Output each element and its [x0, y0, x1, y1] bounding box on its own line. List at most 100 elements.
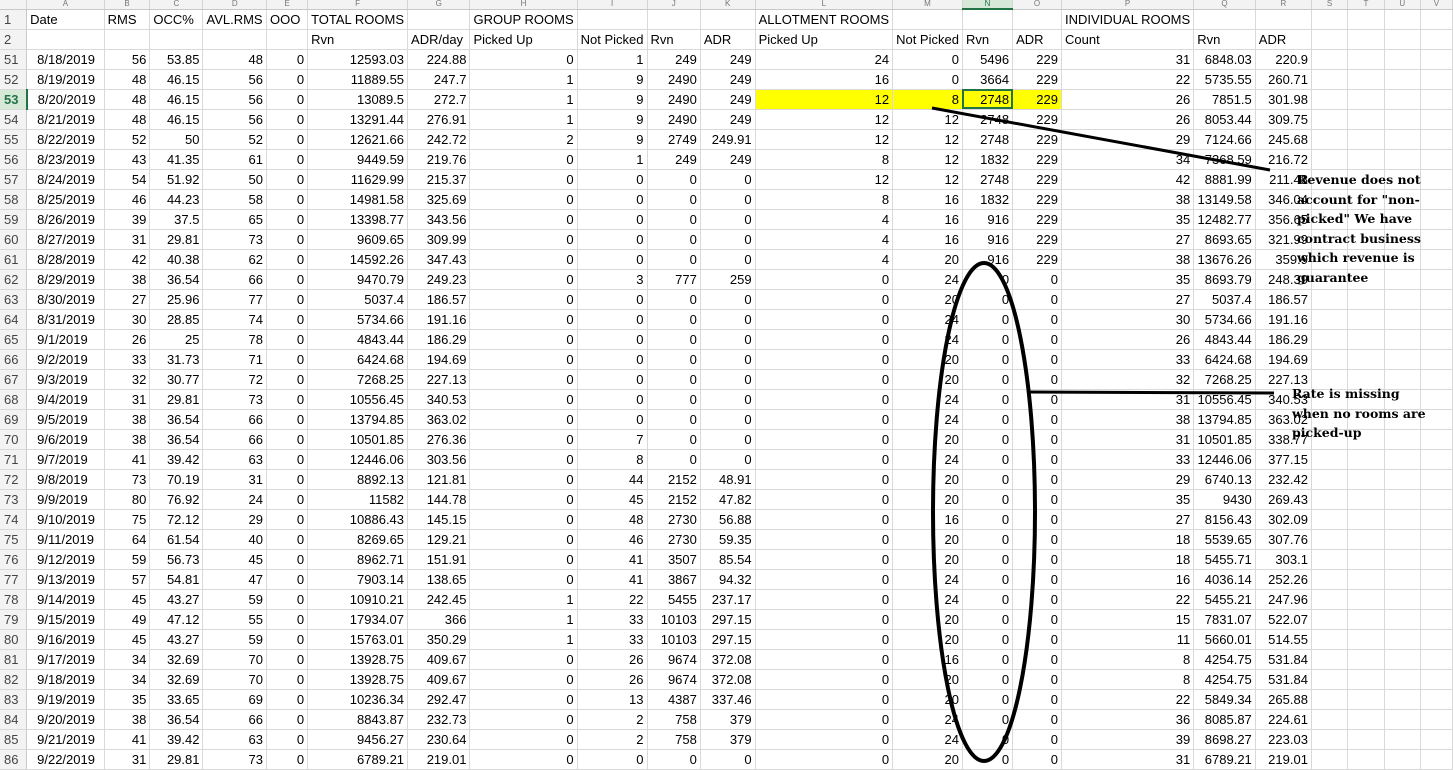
table-cell[interactable]: 9470.79: [307, 269, 409, 290]
table-cell[interactable]: 41: [577, 549, 648, 570]
column-header-r[interactable]: R: [1255, 0, 1312, 10]
table-cell[interactable]: 0: [469, 49, 578, 70]
table-cell[interactable]: 7831.07: [1193, 609, 1256, 630]
table-cell[interactable]: 272.7: [407, 89, 471, 110]
table-cell[interactable]: 0: [1012, 509, 1062, 530]
table-cell[interactable]: [1311, 549, 1349, 570]
table-cell[interactable]: 14981.58: [307, 189, 409, 210]
table-cell[interactable]: 0: [266, 489, 309, 510]
table-cell[interactable]: [1420, 89, 1453, 110]
table-cell[interactable]: 0: [1012, 609, 1062, 630]
table-cell[interactable]: 26: [1061, 109, 1195, 130]
table-cell[interactable]: 0: [266, 109, 309, 130]
table-cell[interactable]: 0: [755, 749, 894, 770]
table-cell[interactable]: 0: [469, 709, 578, 730]
table-cell[interactable]: 0: [962, 529, 1014, 550]
table-cell[interactable]: 8693.79: [1193, 269, 1256, 290]
table-cell[interactable]: 1: [469, 69, 578, 90]
table-cell[interactable]: 10910.21: [307, 589, 409, 610]
table-cell[interactable]: 7: [577, 429, 648, 450]
table-cell[interactable]: 0: [755, 369, 894, 390]
table-cell[interactable]: 144.78: [407, 489, 471, 510]
table-cell[interactable]: 9/6/2019: [26, 429, 105, 450]
table-cell[interactable]: 0: [962, 549, 1014, 570]
table-cell[interactable]: 8/26/2019: [26, 209, 105, 230]
table-cell[interactable]: 73: [202, 749, 268, 770]
table-cell[interactable]: 38: [104, 709, 151, 730]
table-cell[interactable]: 0: [469, 349, 578, 370]
column-header-f[interactable]: F: [307, 0, 409, 10]
table-cell[interactable]: 232.42: [1255, 469, 1312, 490]
table-cell[interactable]: 8892.13: [307, 469, 409, 490]
table-cell[interactable]: 2152: [647, 489, 701, 510]
table-cell[interactable]: 0: [1012, 449, 1062, 470]
table-cell[interactable]: [1420, 609, 1453, 630]
header-cell[interactable]: [149, 29, 204, 50]
table-cell[interactable]: 26: [1061, 89, 1195, 110]
table-cell[interactable]: 0: [700, 369, 756, 390]
table-cell[interactable]: 9: [577, 129, 648, 150]
table-cell[interactable]: 229: [1012, 69, 1062, 90]
row-number[interactable]: 53: [0, 89, 28, 110]
table-cell[interactable]: 0: [962, 309, 1014, 330]
header-cell[interactable]: Rvn: [647, 29, 701, 50]
column-header-a[interactable]: A: [26, 0, 105, 10]
column-header-u[interactable]: U: [1384, 0, 1421, 10]
table-cell[interactable]: 70: [202, 649, 268, 670]
table-cell[interactable]: 302.09: [1255, 509, 1312, 530]
table-cell[interactable]: 24: [892, 729, 963, 750]
table-cell[interactable]: 18: [1061, 549, 1195, 570]
table-cell[interactable]: [1384, 549, 1421, 570]
table-cell[interactable]: 12593.03: [307, 49, 409, 70]
table-cell[interactable]: 6848.03: [1193, 49, 1256, 70]
table-cell[interactable]: 66: [202, 709, 268, 730]
table-cell[interactable]: 10501.85: [307, 429, 409, 450]
table-cell[interactable]: 0: [700, 229, 756, 250]
column-header-c[interactable]: C: [149, 0, 204, 10]
table-cell[interactable]: 0: [962, 289, 1014, 310]
table-cell[interactable]: 0: [647, 409, 701, 430]
table-cell[interactable]: 46.15: [149, 69, 204, 90]
table-cell[interactable]: 0: [962, 489, 1014, 510]
table-cell[interactable]: [1420, 689, 1453, 710]
table-cell[interactable]: 0: [755, 689, 894, 710]
table-cell[interactable]: 27: [1061, 229, 1195, 250]
table-cell[interactable]: 0: [266, 729, 309, 750]
table-cell[interactable]: 0: [647, 309, 701, 330]
table-cell[interactable]: 9/15/2019: [26, 609, 105, 630]
table-cell[interactable]: 0: [266, 309, 309, 330]
table-cell[interactable]: 0: [266, 629, 309, 650]
row-number[interactable]: 76: [0, 549, 28, 570]
table-cell[interactable]: 20: [892, 429, 963, 450]
table-cell[interactable]: 5496: [962, 49, 1014, 70]
table-cell[interactable]: 0: [266, 509, 309, 530]
table-cell[interactable]: 12: [892, 149, 963, 170]
table-cell[interactable]: 0: [469, 449, 578, 470]
header-cell[interactable]: Rvn: [962, 29, 1014, 50]
row-number[interactable]: 80: [0, 629, 28, 650]
header-cell[interactable]: [1420, 29, 1453, 50]
table-cell[interactable]: 0: [469, 509, 578, 530]
header-cell[interactable]: [1311, 29, 1349, 50]
table-cell[interactable]: 0: [962, 509, 1014, 530]
table-cell[interactable]: 56: [202, 89, 268, 110]
table-cell[interactable]: 54.81: [149, 569, 204, 590]
table-cell[interactable]: 1: [469, 609, 578, 630]
table-cell[interactable]: 66: [202, 429, 268, 450]
table-cell[interactable]: 0: [1012, 389, 1062, 410]
table-cell[interactable]: 12: [892, 109, 963, 130]
table-cell[interactable]: 58: [202, 189, 268, 210]
table-cell[interactable]: 224.61: [1255, 709, 1312, 730]
column-header-d[interactable]: D: [202, 0, 268, 10]
table-cell[interactable]: 186.29: [1255, 329, 1312, 350]
table-cell[interactable]: 7368.59: [1193, 149, 1256, 170]
table-cell[interactable]: 48: [202, 49, 268, 70]
table-cell[interactable]: 43.27: [149, 589, 204, 610]
table-cell[interactable]: 9/12/2019: [26, 549, 105, 570]
table-cell[interactable]: 0: [577, 249, 648, 270]
header-cell[interactable]: [266, 29, 309, 50]
table-cell[interactable]: 2: [577, 709, 648, 730]
table-cell[interactable]: 33.65: [149, 689, 204, 710]
table-cell[interactable]: 12: [755, 129, 894, 150]
table-cell[interactable]: 337.46: [700, 689, 756, 710]
